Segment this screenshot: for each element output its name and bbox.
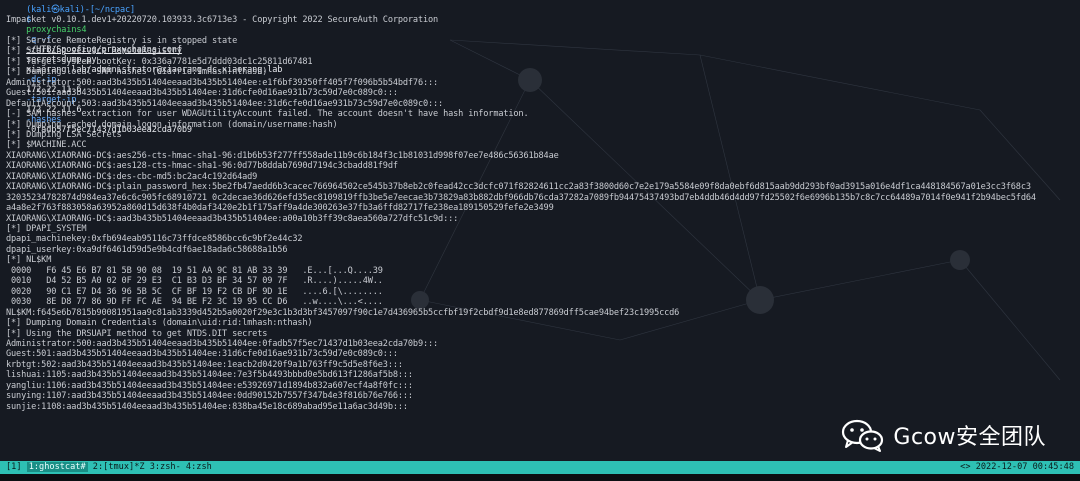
watermark-text: Gcow安全团队 [893,425,1046,450]
terminal-line: NL$KM:f645e6b7815b90081951aa9c81ab3339d4… [6,307,680,318]
terminal-line: 0000 F6 45 E6 B7 81 5B 90 08 19 51 AA 9C… [6,265,383,276]
terminal-line: krbtgt:502:aad3b435b51404eeaad3b435b5140… [6,359,403,370]
terminal-line: [*] Service RemoteRegistry is in stopped… [6,35,238,46]
terminal-line: XIAORANG\XIAORANG-DC$:aad3b435b51404eeaa… [6,213,459,224]
terminal-line: Guest:501:aad3b435b51404eeaad3b435b51404… [6,349,398,360]
terminal-line: [*] Target system bootKey: 0x336a7781e5d… [6,56,313,67]
tmux-datetime: <> 2022-12-07 00:45:48 [960,462,1074,472]
terminal-line: 32035234782874d984ea37e6c6c905fc68910721… [6,192,1036,203]
terminal-line: Administrator:500:aad3b435b51404eeaad3b4… [6,338,439,349]
tmux-window-active[interactable]: 1:ghostcat# [26,462,88,472]
tmux-statusbar: [1] 1:ghostcat# 2:[tmux]*Z 3:zsh- 4:zsh … [0,461,1080,474]
tmux-window-list: [1] 1:ghostcat# 2:[tmux]*Z 3:zsh- 4:zsh [6,461,212,474]
wechat-icon [842,419,884,452]
terminal-line: [*] DPAPI_SYSTEM [6,224,87,234]
terminal-line: [-] SAM hashes extraction for user WDAGU… [6,109,529,120]
terminal-line: [*] Using the DRSUAPI method to get NTDS… [6,328,268,339]
watermark: Gcow安全团队 [841,418,1046,452]
terminal-line: 0020 90 C1 E7 D4 36 96 5B 5C CF BF 19 F2… [6,286,383,297]
terminal-line: [*] Dumping LSA Secrets [6,129,122,140]
bottom-edge [0,474,1080,481]
terminal-line: XIAORANG\XIAORANG-DC$:des-cbc-md5:bc2ac4… [6,171,258,182]
terminal-line: XIAORANG\XIAORANG-DC$:plain_password_hex… [6,182,1031,193]
terminal-line: [*] Dumping Domain Credentials (domain\u… [6,318,313,329]
tmux-window-others[interactable]: 2:[tmux]*Z 3:zsh- 4:zsh [88,462,212,472]
command-line: $ proxychains4 -q -f ~/HTB/Spoofing/prox… [6,5,282,135]
terminal-line: [*] $MACHINE.ACC [6,140,87,151]
terminal-line: Impacket v0.10.1.dev1+20220720.103933.3c… [6,15,439,25]
terminal-line: sunjie:1108:aad3b435b51404eeaad3b435b514… [6,401,408,412]
terminal-line: DefaultAccount:503:aad3b435b51404eeaad3b… [6,98,444,109]
terminal-line: Administrator:500:aad3b435b51404eeaad3b4… [6,77,439,88]
proxychains-command: proxychains4 [26,25,87,35]
terminal-line: [*] NL$KM [6,255,52,266]
terminal-line: lishuai:1105:aad3b435b51404eeaad3b435b51… [6,370,413,381]
terminal-line: 0030 8E D8 77 86 9D FF FC AE 94 BE F2 3C… [6,297,383,308]
terminal-line: a4a8e2f763f883058a63952a860d15d638f4b0da… [6,203,554,214]
terminal-line: [*] Dumping cached domain logon informat… [6,119,338,130]
terminal-line: 0010 D4 52 B5 A0 02 0F 29 E3 C1 B3 D3 BF… [6,276,383,287]
terminal-line: Guest:501:aad3b435b51404eeaad3b435b51404… [6,88,398,99]
terminal-line: sunying:1107:aad3b435b51404eeaad3b435b51… [6,391,413,402]
terminal-line: XIAORANG\XIAORANG-DC$:aes128-cts-hmac-sh… [6,161,398,172]
terminal-line: yangliu:1106:aad3b435b51404eeaad3b435b51… [6,380,413,391]
terminal-pane[interactable]: (kali㉿kali)-[~/ncpac] $ proxychains4 -q … [0,0,1080,461]
terminal-line: [*] Dumping local SAM hashes (uid:rid:lm… [6,67,268,78]
terminal-line: dpapi_userkey:0xa9df6461d59d5e9b4cdf6ae1… [6,244,288,255]
terminal-line: [*] Starting service RemoteRegistry [6,46,182,57]
terminal-line: XIAORANG\XIAORANG-DC$:aes256-cts-hmac-sh… [6,150,559,161]
session-index: [1] [6,462,27,472]
terminal-line: dpapi_machinekey:0xfb694eab95116c73ffdce… [6,234,303,245]
